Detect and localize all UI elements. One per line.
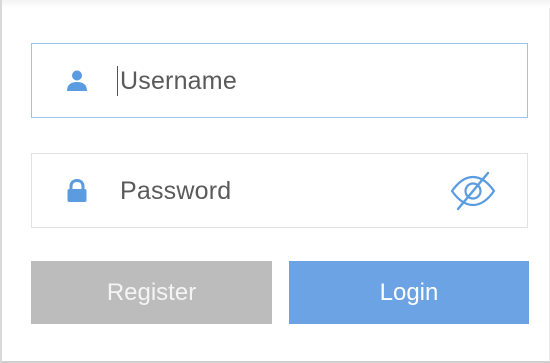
- user-icon: [66, 69, 88, 93]
- username-placeholder: Username: [120, 67, 237, 95]
- username-field[interactable]: Username: [31, 43, 528, 118]
- panel-top-edge: [2, 0, 550, 8]
- text-caret: [117, 66, 118, 96]
- login-panel: Username Password Register Login: [0, 0, 550, 363]
- lock-icon: [66, 178, 88, 203]
- login-button[interactable]: Login: [289, 261, 529, 324]
- register-button[interactable]: Register: [31, 261, 272, 324]
- password-field[interactable]: Password: [31, 153, 528, 228]
- eye-slash-icon[interactable]: [449, 170, 497, 212]
- password-placeholder: Password: [120, 177, 232, 205]
